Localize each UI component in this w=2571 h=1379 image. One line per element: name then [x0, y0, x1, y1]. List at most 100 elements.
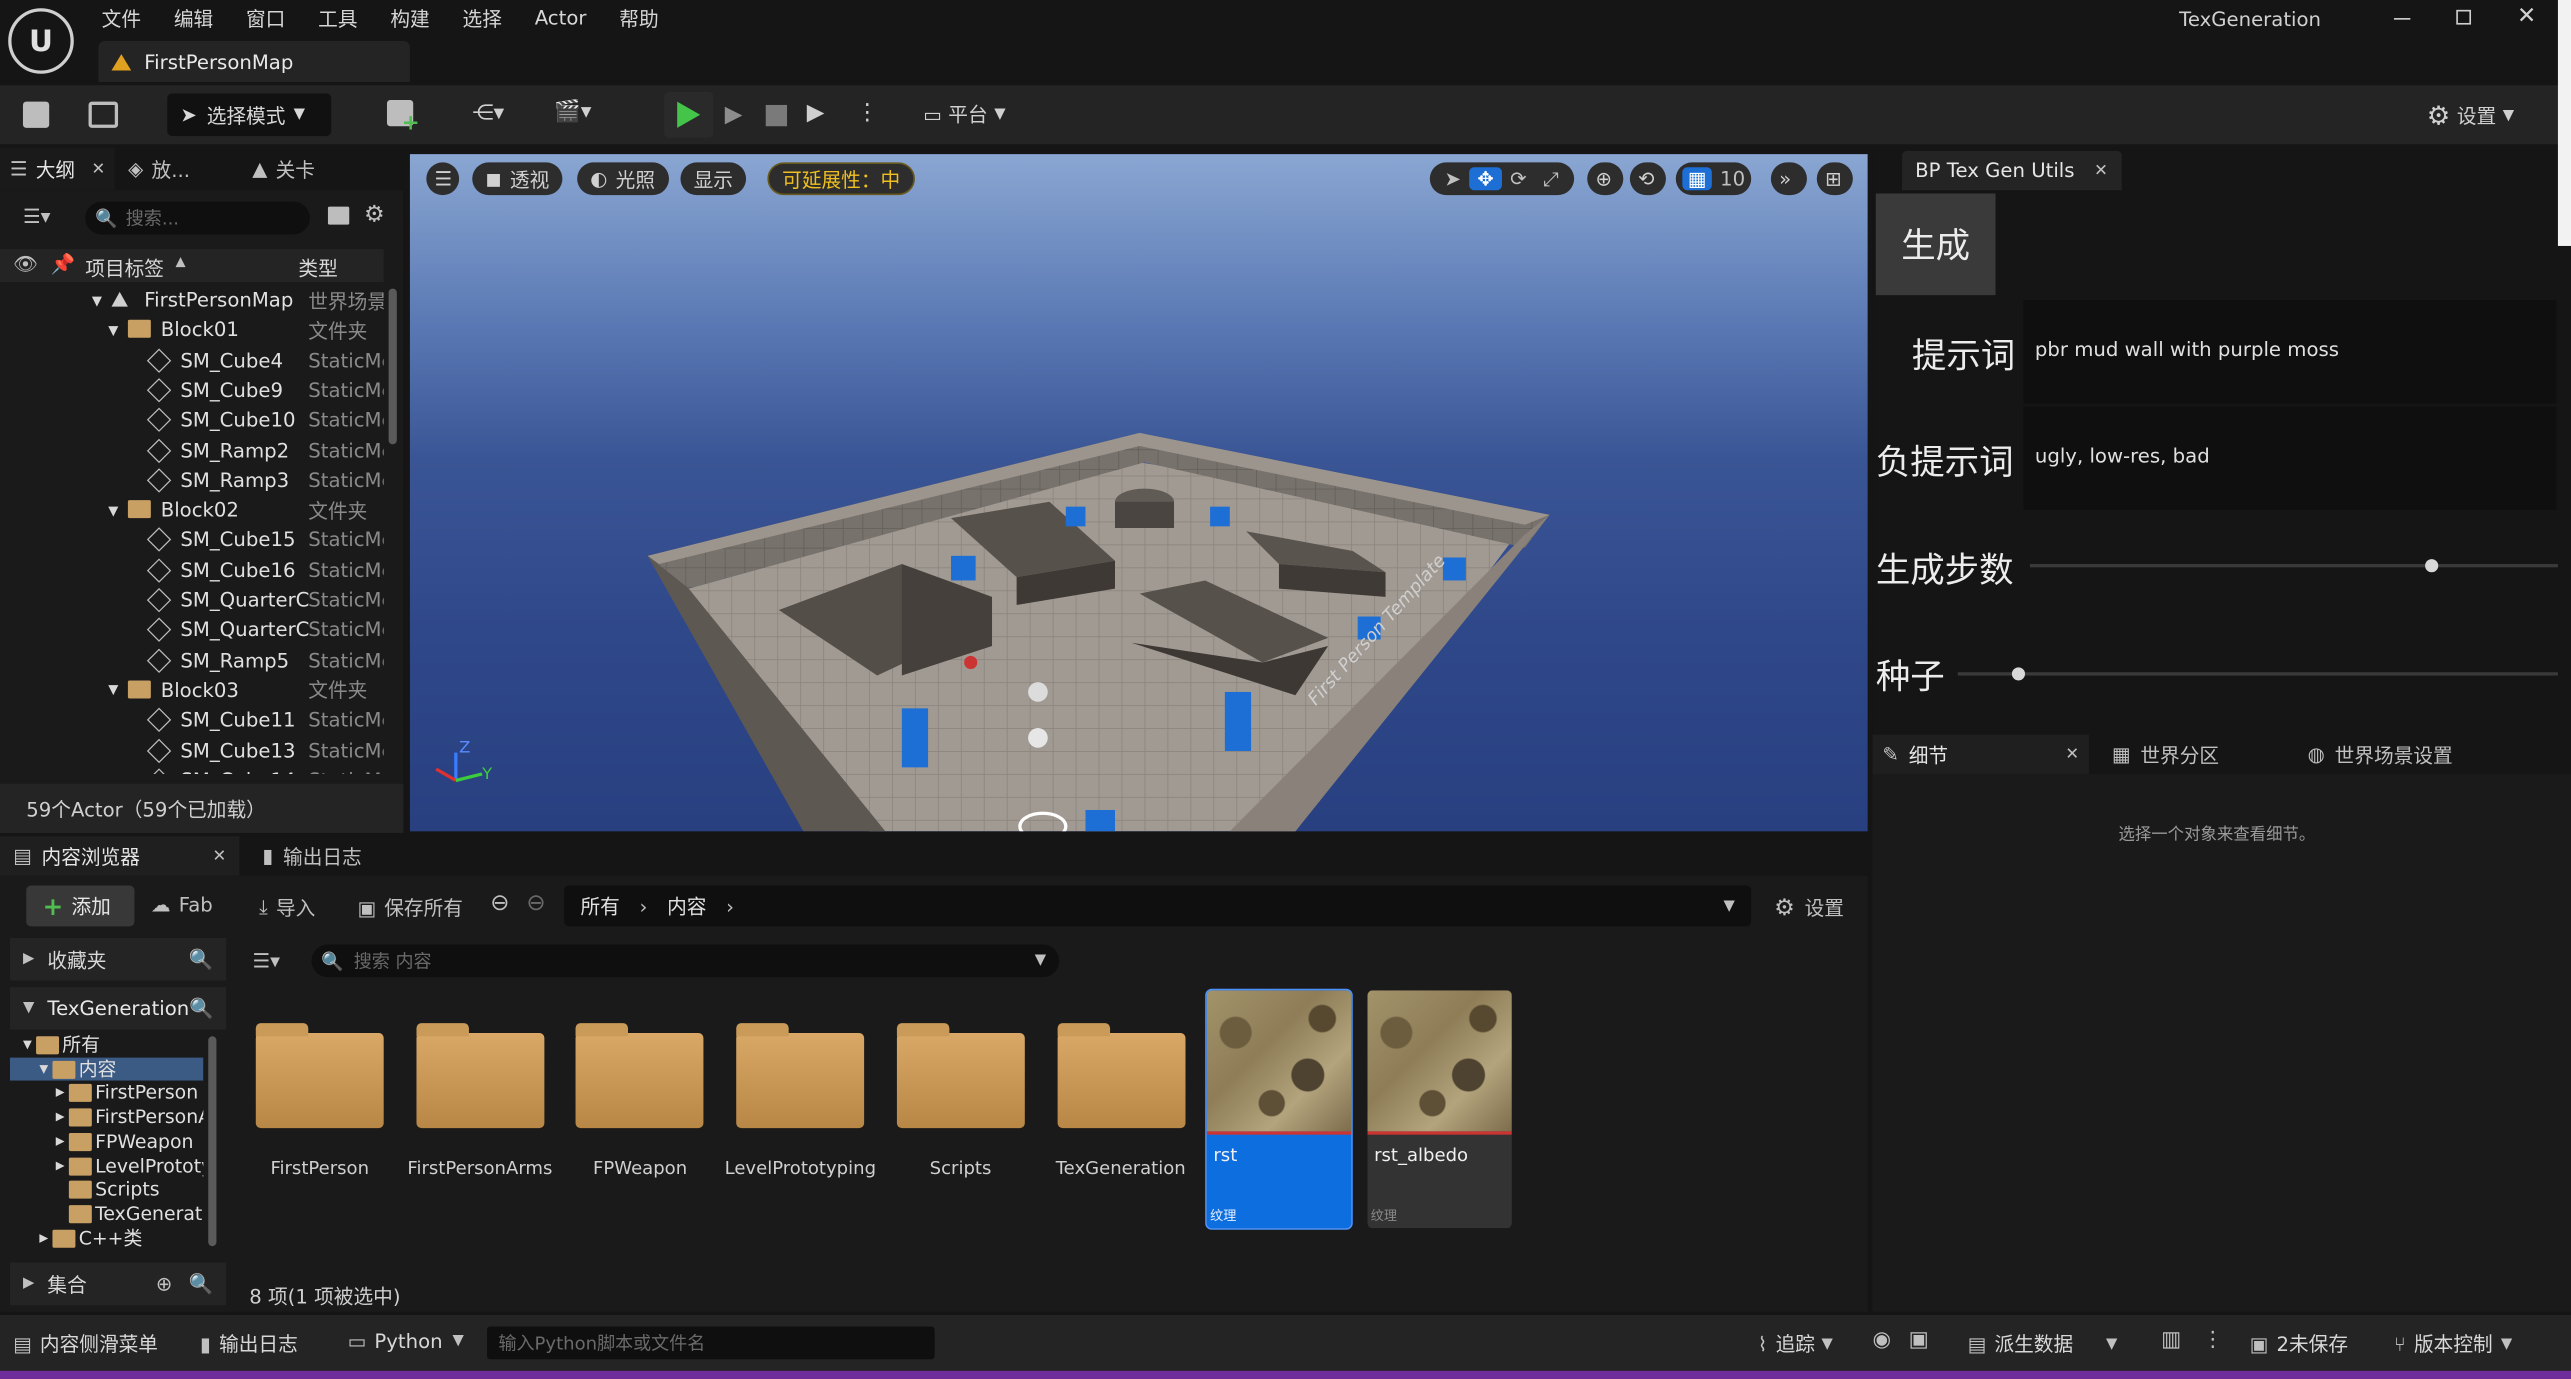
asset-filter-icon[interactable]: ☰▾: [253, 949, 281, 972]
import-button[interactable]: ⤓ 导入: [259, 894, 315, 922]
source-tree-item[interactable]: ▶ FirstPersonA: [10, 1105, 204, 1128]
chevron-down-icon[interactable]: ▼: [108, 323, 118, 338]
menu-window[interactable]: 窗口: [246, 4, 285, 32]
derived-data-button[interactable]: ▤ 派生数据 ▼: [1968, 1330, 2118, 1358]
outliner-row[interactable]: SM_Cube4 StaticMe: [0, 345, 384, 375]
outliner-scrollbar[interactable]: [388, 288, 397, 445]
close-icon[interactable]: ✕: [2065, 745, 2079, 763]
select-icon[interactable]: ➤: [1436, 167, 1469, 190]
close-window-button[interactable]: ✕: [2517, 3, 2536, 29]
menu-edit[interactable]: 编辑: [174, 4, 213, 32]
search-icon[interactable]: 🔍: [189, 948, 214, 971]
world-space-button[interactable]: ⊕: [1587, 162, 1624, 196]
perspective-button[interactable]: ◼ 透视: [472, 162, 563, 196]
outliner-row[interactable]: SM_Cube10 StaticMe: [0, 405, 384, 435]
source-tree-item[interactable]: ▼ 内容: [9, 1057, 204, 1081]
menu-help[interactable]: 帮助: [619, 4, 658, 32]
menu-actor[interactable]: Actor: [535, 7, 587, 30]
outliner-row[interactable]: SM_Cube14 StaticMe: [0, 765, 384, 774]
outliner-row[interactable]: SM_Cube13 StaticMe: [0, 735, 384, 765]
source-tree-item[interactable]: ▼ 所有: [10, 1033, 203, 1056]
more-options-icon[interactable]: ⋮: [2202, 1328, 2223, 1353]
menu-build[interactable]: 构建: [390, 4, 429, 32]
show-button[interactable]: 显示: [680, 162, 747, 196]
add-button[interactable]: + 添加: [26, 885, 135, 927]
collections-header[interactable]: ▶ 集合 ⊕ 🔍: [9, 1262, 227, 1306]
more-options-icon[interactable]: ⋮: [856, 100, 879, 126]
add-folder-icon[interactable]: [327, 206, 350, 225]
source-control-status-icon[interactable]: ▥: [2161, 1328, 2181, 1353]
tab-world-settings[interactable]: ◍ 世界场景设置: [2295, 735, 2466, 774]
source-tree-item[interactable]: Scripts: [10, 1178, 203, 1201]
outliner-row[interactable]: SM_Cube16 StaticMe: [0, 555, 384, 585]
forward-icon[interactable]: ⊖: [526, 890, 545, 916]
asset-search-input[interactable]: 🔍 搜索 内容 ▼: [311, 944, 1060, 978]
close-icon[interactable]: ✕: [213, 847, 227, 865]
lit-button[interactable]: ◐ 光照: [577, 162, 669, 196]
folder-tile[interactable]: FPWeapon: [576, 1003, 724, 1233]
chevron-right-icon[interactable]: ▶: [56, 1134, 65, 1147]
tab-world-partition[interactable]: ▦ 世界分区: [2099, 735, 2232, 774]
source-tree-item[interactable]: TexGenerati: [10, 1202, 203, 1225]
column-type-header[interactable]: 类型: [298, 254, 337, 282]
gear-icon[interactable]: ⚙: [364, 202, 385, 228]
outliner-row[interactable]: SM_Cube11 StaticMe: [0, 705, 384, 735]
add-collection-icon[interactable]: ⊕: [156, 1272, 172, 1295]
outliner-row[interactable]: SM_Ramp3 StaticMe: [0, 465, 384, 495]
settings-button[interactable]: ⚙ 设置 ▼: [2427, 100, 2514, 131]
tab-outliner[interactable]: ☰ 大纲 ✕: [0, 147, 116, 191]
chevron-right-icon[interactable]: ▶: [56, 1086, 65, 1099]
folder-tile[interactable]: FirstPerson: [255, 1003, 404, 1233]
texture-asset-tile[interactable]: rst 纹理: [1205, 988, 1353, 1230]
unreal-logo[interactable]: U: [8, 8, 74, 74]
menu-file[interactable]: 文件: [102, 4, 141, 32]
tab-content-browser[interactable]: ▤ 内容浏览器 ✕: [0, 836, 240, 876]
project-header[interactable]: ▼ TexGeneration 🔍: [9, 987, 227, 1030]
version-control-button[interactable]: ⑂ 版本控制 ▼: [2394, 1330, 2512, 1358]
viewport-menu-button[interactable]: ☰: [426, 162, 460, 196]
chevron-down-icon[interactable]: ▼: [108, 503, 118, 518]
play-button[interactable]: [664, 91, 714, 138]
outliner-row[interactable]: SM_Cube15 StaticMe: [0, 525, 384, 555]
texture-asset-tile[interactable]: rst_albedo 纹理: [1367, 990, 1512, 1229]
python-console-input[interactable]: 输入Python脚本或文件名: [486, 1326, 935, 1360]
outliner-row[interactable]: SM_QuarterCStaticMe: [0, 585, 384, 615]
map-tab[interactable]: FirstPersonMap: [98, 40, 410, 82]
chevron-right-icon[interactable]: ▶: [39, 1231, 48, 1244]
source-tree-item[interactable]: ▶ FPWeapon: [10, 1129, 203, 1152]
seed-slider-knob[interactable]: [2011, 667, 2025, 681]
step-icon[interactable]: ▶: [725, 102, 743, 128]
expand-toolbar-button[interactable]: »: [1770, 162, 1807, 196]
folder-tile[interactable]: TexGeneration: [1056, 1003, 1205, 1233]
tab-details[interactable]: ✎ 细节 ✕: [1872, 734, 2089, 774]
save-all-button[interactable]: ▣ 保存所有: [357, 894, 463, 922]
chevron-down-icon[interactable]: ▼: [92, 293, 102, 308]
grid-snap-button[interactable]: ▦ 10: [1675, 162, 1752, 196]
pin-icon[interactable]: 📌: [51, 253, 76, 276]
output-log-button[interactable]: ▮ 输出日志: [200, 1330, 298, 1358]
eye-icon[interactable]: 👁: [13, 253, 38, 276]
folder-tile[interactable]: FirstPersonArms: [407, 1003, 564, 1233]
launch-icon[interactable]: ▶: [807, 100, 825, 126]
close-icon[interactable]: ✕: [91, 160, 105, 178]
chevron-down-icon[interactable]: ▼: [108, 683, 118, 698]
chevron-down-icon[interactable]: ▼: [1035, 953, 1046, 969]
chevron-down-icon[interactable]: ▼: [23, 1038, 32, 1051]
tab-bp-tex-gen[interactable]: BP Tex Gen Utils ✕: [1902, 150, 2122, 191]
column-label-header[interactable]: 项目标签: [85, 254, 164, 282]
source-scrollbar[interactable]: [208, 1036, 217, 1247]
content-drawer-button[interactable]: ▤ 内容侧滑菜单: [13, 1330, 158, 1358]
close-icon[interactable]: ✕: [2094, 162, 2108, 180]
menu-select[interactable]: 选择: [463, 4, 502, 32]
tab-levels[interactable]: ▲ 关卡: [239, 148, 328, 191]
outliner-row[interactable]: SM_Ramp5 StaticMe: [0, 645, 384, 675]
scalability-badge[interactable]: 可延展性：中: [767, 162, 915, 196]
steps-slider[interactable]: [2029, 559, 2558, 573]
cb-settings-button[interactable]: ⚙ 设置: [1774, 894, 1844, 922]
outliner-row[interactable]: ▼ Block03 文件夹: [0, 675, 384, 705]
maximize-button[interactable]: [2456, 9, 2472, 25]
prompt-input[interactable]: pbr mud wall with purple moss: [2023, 300, 2557, 404]
generate-button[interactable]: 生成: [1875, 193, 1996, 296]
browse-icon[interactable]: [88, 101, 119, 128]
save-icon[interactable]: [22, 101, 50, 128]
